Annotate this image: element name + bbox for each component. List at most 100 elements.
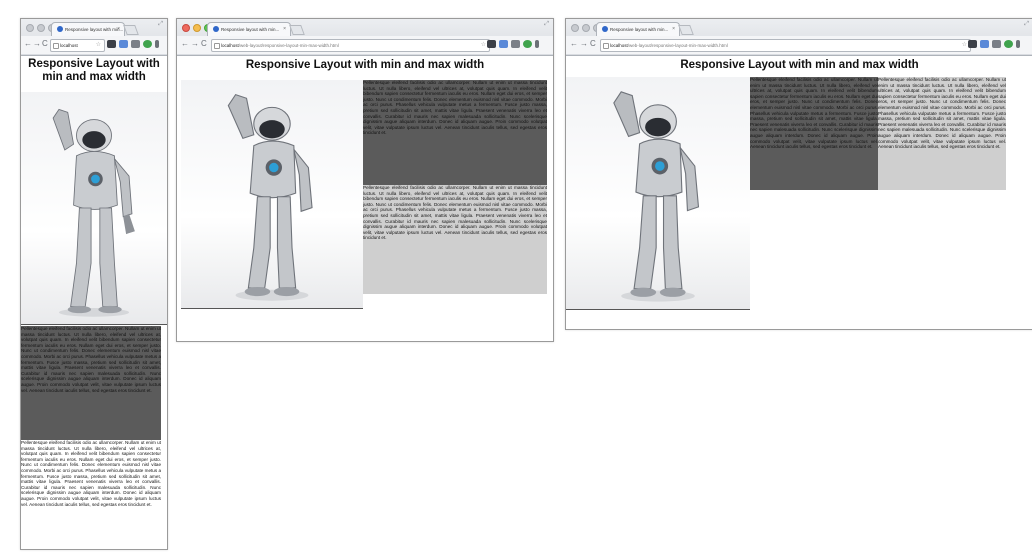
new-tab-button[interactable] — [123, 25, 139, 35]
chrome-favicon-icon — [213, 26, 219, 32]
robot-image — [566, 77, 750, 309]
reload-button[interactable]: C — [590, 39, 596, 49]
robot-illustration-icon — [52, 108, 135, 317]
forward-button[interactable]: → — [191, 39, 199, 49]
tab-strip: Responsive layout with min... × ⤢ — [177, 19, 553, 37]
bookmark-star-icon[interactable]: ☆ — [96, 40, 101, 51]
page-content: Responsive Layout with min and max width — [21, 56, 167, 549]
close-window-button[interactable] — [182, 24, 190, 32]
menu-icon[interactable] — [535, 40, 539, 48]
browser-tab[interactable]: Responsive layout with min... × — [596, 22, 680, 37]
bookmark-star-icon[interactable]: ☆ — [962, 40, 967, 51]
extension-icon[interactable] — [968, 40, 977, 48]
extension-icon[interactable] — [107, 40, 116, 48]
page-title: Responsive Layout with min and max width — [680, 59, 919, 71]
text-block-highlight-light: Pellentesque eleifend facilisis odio ac … — [878, 77, 1006, 190]
close-window-button[interactable] — [571, 24, 579, 32]
extension-icons — [968, 40, 1020, 48]
forward-button[interactable]: → — [33, 39, 41, 49]
chrome-favicon-icon — [602, 26, 608, 32]
tab-strip: Responsive layout with min... × ⤢ — [21, 19, 167, 37]
back-button[interactable]: ← — [570, 39, 578, 49]
extension-icon[interactable] — [499, 40, 508, 48]
address-bar[interactable]: localhost ☆ — [50, 39, 105, 52]
paragraph-text: Pellentesque eleifend facilisis odio ac … — [21, 326, 161, 393]
extension-icon[interactable] — [980, 40, 989, 48]
address-bar[interactable]: localhost/web-layout/responsive-layout-m… — [600, 39, 971, 52]
url-path: /web-layout/responsive-layout-min-max-wi… — [627, 43, 728, 48]
bookmark-star-icon[interactable]: ☆ — [481, 40, 486, 51]
new-tab-button[interactable] — [678, 25, 694, 35]
browser-chrome: Responsive layout with min... × ⤢ ← → C … — [177, 19, 553, 56]
robot-illustration-icon — [613, 91, 700, 302]
address-bar[interactable]: localhost/web-layout/responsive-layout-m… — [211, 39, 490, 52]
tab-close-icon[interactable]: × — [672, 23, 675, 36]
lock-icon — [53, 43, 59, 49]
extension-icon[interactable] — [511, 40, 520, 48]
back-button[interactable]: ← — [181, 39, 189, 49]
minimize-window-button[interactable] — [193, 24, 201, 32]
tab-title: Responsive layout with min... — [221, 27, 280, 32]
minimize-window-button[interactable] — [37, 24, 45, 32]
page-content: Responsive Layout with min and max width… — [177, 56, 553, 341]
text-block-highlight-dark: Pellentesque eleifend facilisis odio ac … — [21, 326, 161, 440]
text-block: Pellentesque eleifend facilisis odio ac … — [21, 440, 161, 549]
browser-toolbar: ← → C localhost/web-layout/responsive-la… — [177, 36, 553, 54]
browser-chrome: Responsive layout with min... × ⤢ ← → C … — [566, 19, 1032, 56]
extension-icons — [487, 40, 539, 48]
lock-icon — [603, 43, 609, 49]
menu-icon[interactable] — [155, 40, 159, 48]
browser-tab[interactable]: Responsive layout with min... × — [51, 22, 125, 37]
lock-icon — [214, 43, 220, 49]
text-block-highlight-dark: Pellentesque eleifend facilisis odio ac … — [750, 77, 878, 190]
page-content: Responsive Layout with min and max width… — [566, 56, 1032, 329]
image-baseline-divider — [21, 324, 167, 325]
page-title-line: min and max width — [42, 71, 146, 83]
resize-icon[interactable]: ⤢ — [158, 21, 163, 28]
image-baseline-divider — [181, 308, 363, 309]
url-host: localhost — [221, 43, 239, 48]
tab-title: Responsive layout with min... — [65, 27, 124, 32]
reload-button[interactable]: C — [201, 39, 207, 49]
forward-button[interactable]: → — [580, 39, 588, 49]
back-button[interactable]: ← — [24, 39, 32, 49]
extension-icon[interactable] — [143, 40, 152, 48]
text-block-highlight-dark: Pellentesque eleifend facilisis odio ac … — [363, 80, 547, 185]
text-block-highlight-light: Pellentesque eleifend facilisis odio ac … — [363, 185, 547, 294]
paragraph-text: Pellentesque eleifend facilisis odio ac … — [878, 77, 1006, 150]
url-host: localhost — [60, 43, 78, 48]
browser-window-wide: Responsive layout with min... × ⤢ ← → C … — [565, 18, 1032, 330]
chrome-favicon-icon — [57, 26, 63, 32]
reload-button[interactable]: C — [42, 39, 48, 49]
robot-illustration-icon — [227, 93, 313, 301]
browser-tab[interactable]: Responsive layout with min... × — [207, 22, 291, 37]
url-host: localhost — [610, 43, 628, 48]
tab-title: Responsive layout with min... — [610, 27, 669, 32]
tab-close-icon[interactable]: × — [283, 23, 286, 36]
browser-window-medium: Responsive layout with min... × ⤢ ← → C … — [176, 18, 554, 342]
resize-icon[interactable]: ⤢ — [544, 21, 549, 28]
extension-icon[interactable] — [131, 40, 140, 48]
browser-toolbar: ← → C localhost ☆ — [21, 36, 167, 54]
paragraph-text: Pellentesque eleifend facilisis odio ac … — [363, 80, 547, 136]
tab-close-icon[interactable]: × — [117, 23, 120, 36]
browser-window-narrow: Responsive layout with min... × ⤢ ← → C … — [20, 18, 168, 550]
extension-icon[interactable] — [523, 40, 532, 48]
menu-icon[interactable] — [1016, 40, 1020, 48]
close-window-button[interactable] — [26, 24, 34, 32]
tab-strip: Responsive layout with min... × ⤢ — [566, 19, 1032, 37]
paragraph-text: Pellentesque eleifend facilisis odio ac … — [363, 185, 547, 241]
browser-chrome: Responsive layout with min... × ⤢ ← → C … — [21, 19, 167, 56]
url-path: /web-layout/responsive-layout-min-max-wi… — [238, 43, 339, 48]
image-baseline-divider — [566, 309, 750, 310]
extension-icon[interactable] — [1004, 40, 1013, 48]
new-tab-button[interactable] — [289, 25, 305, 35]
minimize-window-button[interactable] — [582, 24, 590, 32]
extension-icon[interactable] — [992, 40, 1001, 48]
resize-icon[interactable]: ⤢ — [1024, 21, 1029, 28]
extension-icon[interactable] — [487, 40, 496, 48]
extension-icon[interactable] — [119, 40, 128, 48]
paragraph-text: Pellentesque eleifend facilisis odio ac … — [750, 77, 878, 150]
browser-toolbar: ← → C localhost/web-layout/responsive-la… — [566, 36, 1032, 54]
page-title: Responsive Layout with min and max width — [21, 58, 167, 84]
